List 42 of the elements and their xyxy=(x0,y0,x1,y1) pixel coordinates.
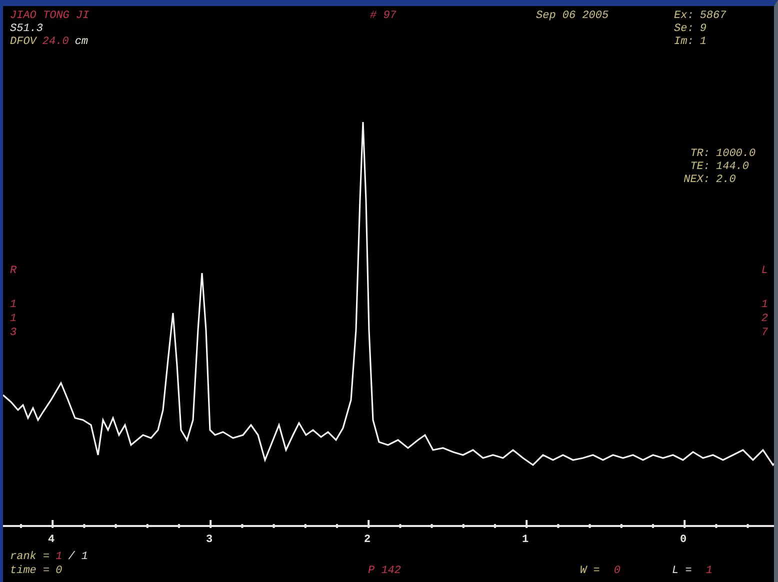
id-label: Se: xyxy=(674,23,694,36)
window-value: 0 xyxy=(614,564,620,578)
parameter-label: NEX: xyxy=(684,174,710,187)
axis-tick-label: 0 xyxy=(680,533,687,548)
rank-value: 1 xyxy=(56,550,62,564)
position-value: P 142 xyxy=(368,564,402,578)
parameter-value: 1000.0 xyxy=(716,148,757,161)
exam-date: Sep 06 2005 xyxy=(536,10,609,22)
side-digit: 7 xyxy=(761,326,768,340)
side-digit: 2 xyxy=(761,312,768,326)
side-digit: 1 xyxy=(761,298,768,312)
dfov-value: 24.0 xyxy=(42,36,69,49)
parameter-label: TE: xyxy=(690,161,710,174)
window-label: W = xyxy=(580,564,600,578)
patient-name: JIAO TONG JI xyxy=(10,10,90,23)
rank-total: / 1 xyxy=(68,550,88,564)
side-digit: 1 xyxy=(10,312,17,326)
axis-tick-label: 4 xyxy=(48,533,55,548)
side-digit: 1 xyxy=(10,298,17,312)
axis-tick-label: 2 xyxy=(364,533,371,548)
exam-number: # 97 xyxy=(370,10,396,22)
rank-label: rank = xyxy=(10,550,50,564)
time-label: time = xyxy=(10,564,50,578)
id-label: Im: xyxy=(674,36,694,49)
parameter-value: 144.0 xyxy=(716,161,750,174)
id-value: 5867 xyxy=(700,10,726,23)
parameter-label: TR: xyxy=(690,148,710,161)
axis-tick-label: 1 xyxy=(522,533,529,548)
dfov-unit: cm xyxy=(74,36,88,49)
side-letter: R xyxy=(10,264,17,278)
side-letter: L xyxy=(761,264,768,278)
location-value: S51.3 xyxy=(10,23,44,36)
id-value: 9 xyxy=(700,23,706,36)
id-value: 1 xyxy=(700,36,706,49)
axis-tick-label: 3 xyxy=(206,533,213,548)
level-value: 1 xyxy=(706,564,712,578)
id-label: Ex: xyxy=(674,10,694,23)
side-digit: 3 xyxy=(10,326,17,340)
parameter-value: 2.0 xyxy=(716,174,737,187)
dfov-label: DFOV xyxy=(10,36,36,49)
level-label: L = xyxy=(672,564,692,578)
time-value: 0 xyxy=(56,564,62,578)
